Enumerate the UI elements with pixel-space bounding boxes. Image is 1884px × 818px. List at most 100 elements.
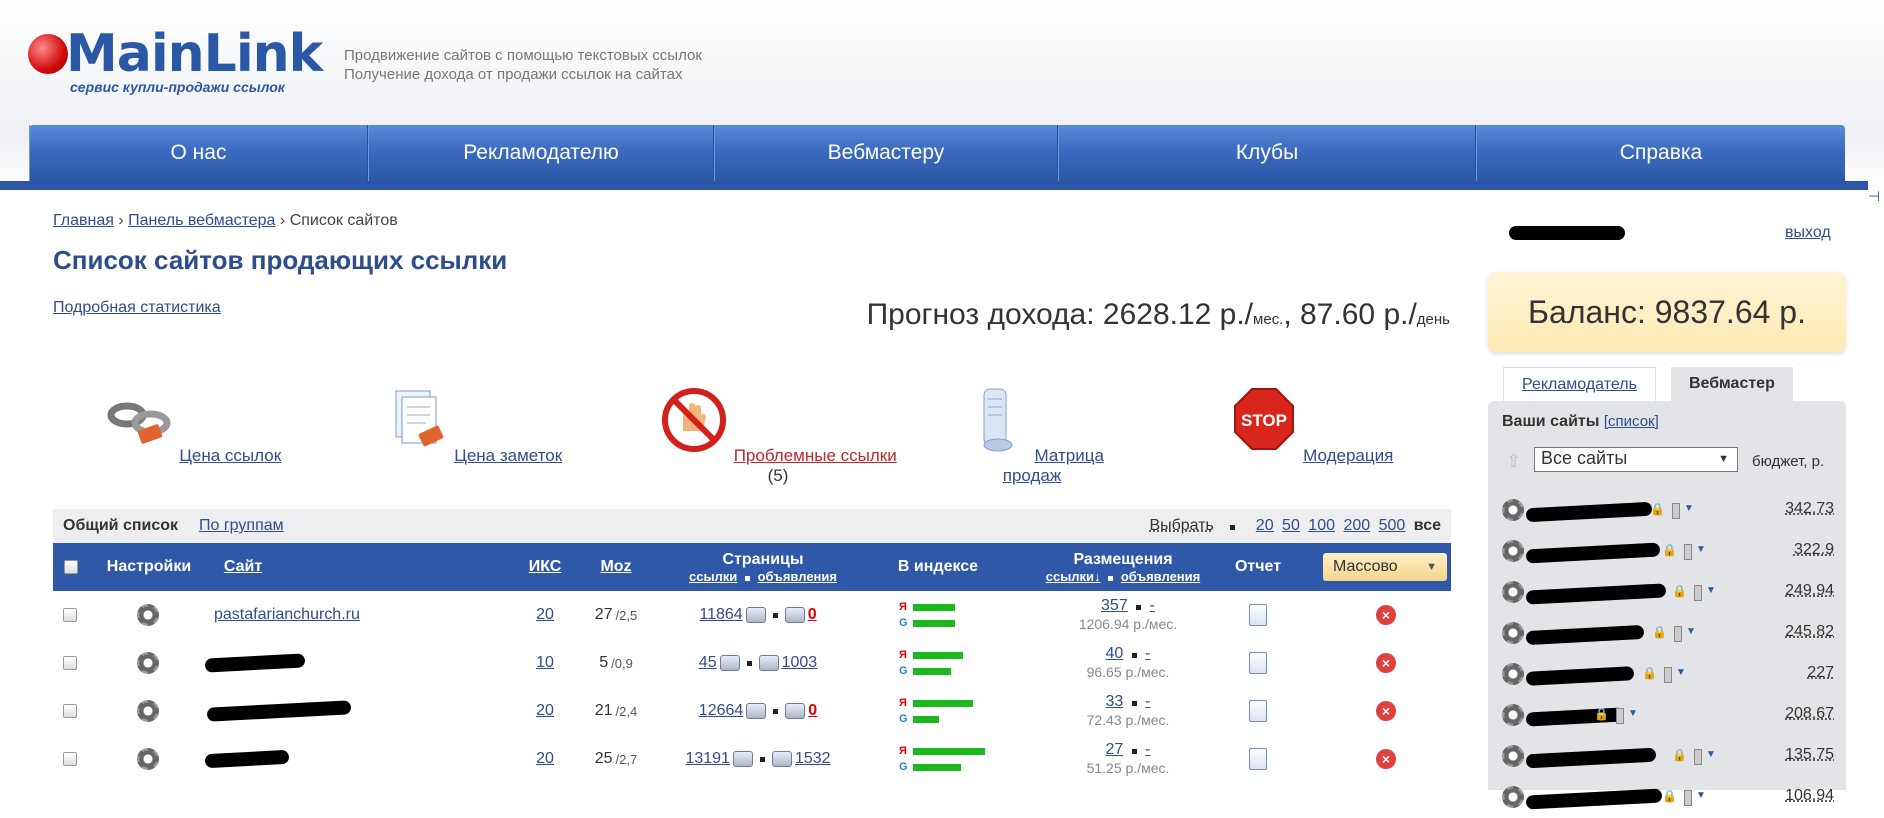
iks-link[interactable]: 20 — [536, 702, 554, 720]
page-size-500[interactable]: 500 — [1379, 517, 1406, 534]
pages-links-count[interactable]: 13191 — [685, 750, 730, 768]
page-size-20[interactable]: 20 — [1256, 517, 1274, 534]
delete-icon[interactable]: × — [1376, 687, 1396, 735]
col-site-link[interactable]: Сайт — [224, 558, 262, 576]
pages-links-count[interactable]: 12664 — [699, 702, 744, 720]
gear-icon[interactable] — [1502, 581, 1524, 603]
chevron-down-icon[interactable]: ▼ — [1676, 667, 1686, 678]
nav-about[interactable]: О нас — [29, 125, 368, 181]
link-prices-tool[interactable]: Цена ссылок — [93, 385, 293, 466]
problem-links-label[interactable]: Проблемные ссылки — [734, 446, 897, 465]
sort-up-icon[interactable]: ⇧ — [1506, 451, 1521, 471]
sites-list-link[interactable]: [список] — [1604, 413, 1659, 430]
moderation-tool[interactable]: STOP Модерация — [1211, 385, 1411, 466]
gear-icon[interactable] — [137, 639, 159, 687]
page-size-all[interactable]: все — [1414, 517, 1441, 534]
select-link[interactable]: Выбрать — [1149, 517, 1213, 534]
placements-links-count[interactable]: 27 — [1105, 741, 1123, 758]
pages-ads-count[interactable]: 1003 — [782, 654, 818, 672]
gear-icon[interactable] — [1502, 745, 1524, 767]
placements-links-count[interactable]: 40 — [1105, 645, 1123, 662]
pages-ads-count[interactable]: 0 — [808, 606, 817, 624]
tab-advertiser[interactable]: Рекламодатель — [1503, 367, 1656, 401]
delete-icon[interactable]: × — [1376, 639, 1396, 687]
row-checkbox[interactable] — [63, 735, 77, 783]
site-link[interactable]: pastafarianchurch.ru — [214, 606, 360, 624]
placements-ads-count[interactable]: - — [1145, 693, 1150, 710]
site-budget-value[interactable]: 245.82 — [1785, 623, 1834, 641]
nav-help[interactable]: Справка — [1476, 125, 1845, 181]
chevron-down-icon[interactable]: ▼ — [1696, 544, 1706, 555]
site-budget-value[interactable]: 135.75 — [1785, 746, 1834, 764]
gear-icon[interactable] — [137, 735, 159, 783]
sales-matrix-tool[interactable]: Матрица продаж — [932, 385, 1132, 486]
pages-ads-count[interactable]: 1532 — [795, 750, 831, 768]
iks-cell[interactable]: 10 — [515, 639, 575, 687]
gear-icon[interactable] — [1502, 622, 1524, 644]
mainlink-logo[interactable]: MainLink сервис купли-продажи ссылок — [28, 24, 323, 98]
note-prices-tool[interactable]: Цена заметок — [371, 385, 571, 466]
placements-ads-count[interactable]: - — [1145, 645, 1150, 662]
site-budget-value[interactable]: 342.73 — [1785, 500, 1834, 518]
page-size-200[interactable]: 200 — [1343, 517, 1370, 534]
pages-links-count[interactable]: 45 — [699, 654, 717, 672]
pages-ads-count[interactable]: 0 — [808, 702, 817, 720]
link-prices-label[interactable]: Цена ссылок — [179, 446, 281, 465]
mass-action-select[interactable]: Массово ▼ — [1323, 553, 1447, 581]
breadcrumb-home[interactable]: Главная — [53, 212, 114, 229]
breadcrumb-panel[interactable]: Панель вебмастера — [128, 212, 275, 229]
iks-cell[interactable]: 20 — [515, 687, 575, 735]
iks-link[interactable]: 20 — [536, 606, 554, 624]
tab-by-groups[interactable]: По группам — [199, 517, 284, 535]
placements-links-count[interactable]: 33 — [1105, 693, 1123, 710]
delete-icon[interactable]: × — [1376, 591, 1396, 639]
nav-webmaster[interactable]: Вебмастеру — [714, 125, 1058, 181]
iks-cell[interactable]: 20 — [515, 735, 575, 783]
gear-icon[interactable] — [1502, 499, 1524, 521]
chevron-down-icon[interactable]: ▼ — [1628, 708, 1638, 719]
chevron-down-icon[interactable]: ▼ — [1696, 790, 1706, 801]
page-size-50[interactable]: 50 — [1282, 517, 1300, 534]
placements-ads-count[interactable]: - — [1145, 741, 1150, 758]
gear-icon[interactable] — [1502, 663, 1524, 685]
row-checkbox[interactable] — [63, 639, 77, 687]
chevron-down-icon[interactable]: ▼ — [1684, 503, 1694, 514]
nav-advertiser[interactable]: Рекламодателю — [368, 125, 714, 181]
note-prices-label[interactable]: Цена заметок — [454, 446, 562, 465]
moderation-label[interactable]: Модерация — [1303, 446, 1393, 465]
gear-icon[interactable] — [1502, 540, 1524, 562]
report-doc-icon[interactable] — [1249, 687, 1267, 735]
col-iks[interactable]: ИКС — [515, 543, 575, 591]
placements-links-count[interactable]: 357 — [1101, 597, 1128, 614]
iks-link[interactable]: 10 — [536, 654, 554, 672]
col-placements-links[interactable]: ссылки↓ — [1046, 569, 1101, 584]
chevron-down-icon[interactable]: ▼ — [1686, 626, 1696, 637]
iks-cell[interactable]: 20 — [515, 591, 575, 639]
problem-links-tool[interactable]: Проблемные ссылки (5) — [653, 385, 903, 486]
detailed-stats-link[interactable]: Подробная статистика — [53, 299, 221, 317]
delete-icon[interactable]: × — [1376, 735, 1396, 783]
chevron-down-icon[interactable]: ▼ — [1706, 749, 1716, 760]
gear-icon[interactable] — [1502, 704, 1524, 726]
page-size-100[interactable]: 100 — [1308, 517, 1335, 534]
pages-links-count[interactable]: 11864 — [699, 606, 742, 624]
site-budget-value[interactable]: 227 — [1807, 664, 1834, 682]
gear-icon[interactable] — [137, 591, 159, 639]
logout-link[interactable]: выход — [1785, 224, 1831, 242]
iks-link[interactable]: 20 — [536, 750, 554, 768]
site-budget-value[interactable]: 322.9 — [1794, 541, 1834, 559]
tab-webmaster[interactable]: Вебмастер — [1671, 367, 1793, 401]
report-doc-icon[interactable] — [1249, 735, 1267, 783]
tab-general-list[interactable]: Общий список — [63, 517, 178, 535]
gear-icon[interactable] — [137, 687, 159, 735]
col-iks-link[interactable]: ИКС — [529, 558, 562, 576]
row-checkbox[interactable] — [63, 687, 77, 735]
row-checkbox[interactable] — [63, 591, 77, 639]
report-doc-icon[interactable] — [1249, 591, 1267, 639]
site-budget-value[interactable]: 208.67 — [1785, 705, 1834, 723]
col-placements-ads[interactable]: объявления — [1121, 569, 1200, 584]
site-budget-value[interactable]: 249.94 — [1785, 582, 1834, 600]
placements-ads-count[interactable]: - — [1150, 597, 1155, 614]
report-doc-icon[interactable] — [1249, 639, 1267, 687]
col-moz-link[interactable]: Moz — [600, 558, 631, 576]
